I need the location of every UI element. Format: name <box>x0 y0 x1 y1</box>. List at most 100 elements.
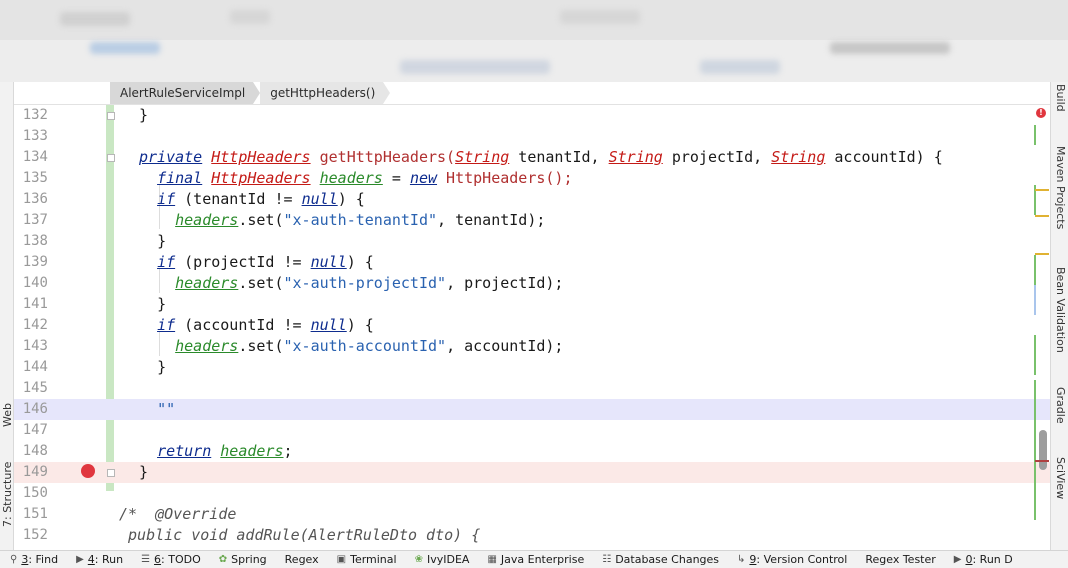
code-editor[interactable]: 132 133 134 135 136 137 138 139 140 141 … <box>14 105 1050 550</box>
structure-tool-label[interactable]: 7: Structure <box>1 462 14 527</box>
code-token: } <box>157 358 167 376</box>
change-mark <box>1034 380 1036 520</box>
fold-marker[interactable] <box>107 112 115 120</box>
code-token: null <box>310 253 347 271</box>
code-token: String <box>771 148 826 166</box>
code-token: HttpHeaders <box>211 148 311 166</box>
web-tool-label[interactable]: Web <box>1 403 14 427</box>
code-line-144: } <box>139 357 166 378</box>
spring-label: Spring <box>231 553 267 566</box>
terminal-tool[interactable]: ▣ Terminal <box>337 553 397 566</box>
warning-mark <box>1035 253 1049 255</box>
line-number: 138 <box>22 233 48 249</box>
code-token: accountId) { <box>825 148 943 166</box>
code-token: HttpHeaders <box>211 169 311 187</box>
code-token: "x-auth-projectId" <box>283 274 447 292</box>
code-token: if <box>157 253 176 271</box>
line-number: 147 <box>22 422 48 438</box>
line-number: 136 <box>22 191 48 207</box>
maven-tool-label[interactable]: Maven Projects <box>1054 146 1067 229</box>
change-mark <box>1034 285 1036 315</box>
breadcrumb-class[interactable]: AlertRuleServiceImpl <box>110 82 254 104</box>
code-token: ) { <box>346 316 374 334</box>
sciview-tool-label[interactable]: SciView <box>1054 457 1067 499</box>
line-number: 135 <box>22 170 48 186</box>
line-number: 139 <box>22 254 48 270</box>
line-number: 150 <box>22 485 48 501</box>
branch-icon: ↳ <box>737 554 746 565</box>
code-token: , accountId); <box>446 337 564 355</box>
build-tool-label[interactable]: Build <box>1054 84 1067 112</box>
java-enterprise-tool[interactable]: ▦ Java Enterprise <box>487 553 584 566</box>
line-number: 143 <box>22 338 48 354</box>
regex-label: Regex <box>284 553 319 566</box>
code-token: "x-auth-accountId" <box>283 337 447 355</box>
line-number: 146 <box>22 401 48 417</box>
breakpoint-icon[interactable] <box>81 464 95 478</box>
spring-tool[interactable]: ✿ Spring <box>219 553 267 566</box>
run-shortcut: 4 <box>87 553 95 566</box>
run-tool[interactable]: ▶ 4: Run <box>76 553 123 566</box>
code-line-142: if (accountId != null) { <box>139 315 374 336</box>
java-enterprise-icon: ▦ <box>487 554 497 565</box>
ivyidea-tool[interactable]: ❀ IvyIDEA <box>415 553 470 566</box>
toolbar-blob <box>830 42 950 54</box>
fold-marker[interactable] <box>107 469 115 477</box>
find-tool[interactable]: ⚲ 3: Find <box>10 553 58 566</box>
code-token: headers <box>175 274 239 292</box>
line-number: 148 <box>22 443 48 459</box>
left-tool-strip: 7: Structure Web <box>0 82 14 550</box>
line-number: 149 <box>22 464 48 480</box>
version-control-tool[interactable]: ↳ 9: Version Control <box>737 553 847 566</box>
breadcrumb-separator <box>383 82 391 104</box>
regex-tool[interactable]: Regex <box>285 553 319 566</box>
bean-validation-tool-label[interactable]: Bean Validation <box>1054 267 1067 353</box>
code-token: String <box>608 148 663 166</box>
bottom-tool-bar: ⚲ 3: Find ▶ 4: Run ☰ 6: TODO ✿ Spring Regex … <box>0 550 1068 568</box>
terminal-label: Terminal <box>350 553 397 566</box>
java-enterprise-label: Java Enterprise <box>500 553 585 566</box>
code-line-135: final HttpHeaders headers = new HttpHead… <box>139 168 573 189</box>
line-number: 152 <box>22 527 48 543</box>
code-token: private <box>139 148 203 166</box>
code-token: , projectId); <box>446 274 564 292</box>
warning-mark <box>1035 189 1049 191</box>
code-token: headers <box>220 442 284 460</box>
breadcrumb-method[interactable]: getHttpHeaders() <box>260 82 384 104</box>
code-token: null <box>310 316 347 334</box>
code-token: /* @Override <box>119 505 237 523</box>
fold-marker[interactable] <box>107 154 115 162</box>
code-token: final <box>157 169 203 187</box>
database-changes-tool[interactable]: ☷ Database Changes <box>602 553 719 566</box>
code-token: HttpHeaders(); <box>437 169 573 187</box>
tab-blob <box>400 60 550 74</box>
code-token: if <box>157 316 176 334</box>
change-mark <box>1034 335 1036 375</box>
code-token: new <box>409 169 438 187</box>
error-stripe[interactable] <box>1029 105 1050 550</box>
run-label: : Run <box>94 553 124 566</box>
code-token: public void addRule(AlertRuleDto dto) { <box>119 526 481 544</box>
find-label: : Find <box>28 553 59 566</box>
code-line-148: return headers; <box>139 441 292 462</box>
code-token: ) { <box>337 190 365 208</box>
terminal-icon: ▣ <box>336 554 347 565</box>
run-dashboard-tool[interactable]: ▶ 0: Run D <box>954 553 1013 566</box>
change-mark <box>1034 255 1036 285</box>
change-mark <box>1034 125 1036 145</box>
line-number: 132 <box>22 107 48 123</box>
code-line-152: public void addRule(AlertRuleDto dto) { <box>119 525 480 546</box>
code-token: } <box>139 463 149 481</box>
scrollbar-thumb[interactable] <box>1039 430 1047 470</box>
todo-tool[interactable]: ☰ 6: TODO <box>141 553 201 566</box>
gradle-tool-label[interactable]: Gradle <box>1054 387 1067 424</box>
code-line-149: } <box>139 462 148 483</box>
regex-tester-label: Regex Tester <box>865 553 936 566</box>
toolbar-blob <box>60 12 130 26</box>
error-indicator-icon[interactable]: ! <box>1036 108 1046 118</box>
regex-tester-tool[interactable]: Regex Tester <box>865 553 935 566</box>
line-number: 137 <box>22 212 48 228</box>
line-number: 134 <box>22 149 48 165</box>
breadcrumb: AlertRuleServiceImpl getHttpHeaders() <box>110 82 391 104</box>
code-token: if <box>157 190 176 208</box>
